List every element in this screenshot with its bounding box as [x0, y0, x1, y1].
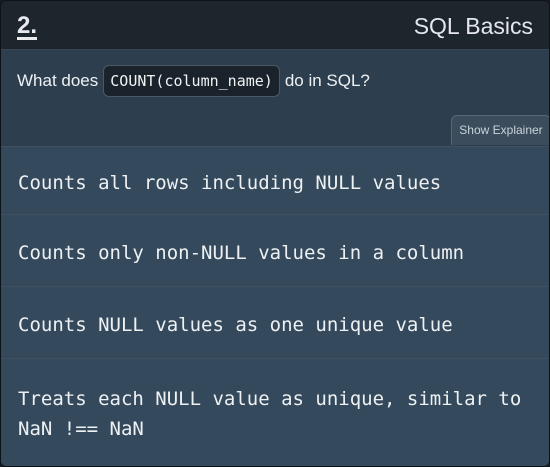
question-text: What does COUNT(column_name) do in SQL?	[17, 65, 370, 97]
quiz-topic: SQL Basics	[413, 13, 533, 39]
question-prefix: What does	[17, 71, 99, 90]
question-area: What does COUNT(column_name) do in SQL? …	[1, 50, 549, 146]
question-number: 2.	[17, 12, 38, 39]
show-explainer-button[interactable]: Show Explainer	[451, 115, 549, 145]
answer-options: Counts all rows including NULL values Co…	[1, 146, 549, 466]
question-code: COUNT(column_name)	[103, 65, 280, 97]
answer-option[interactable]: Counts NULL values as one unique value	[1, 286, 549, 358]
question-suffix: do in SQL?	[284, 71, 370, 90]
answer-option[interactable]: Counts all rows including NULL values	[1, 146, 549, 214]
quiz-card: 2. SQL Basics What does COUNT(column_nam…	[0, 0, 550, 467]
answer-option[interactable]: Treats each NULL value as unique, simila…	[1, 358, 549, 466]
quiz-header: 2. SQL Basics	[1, 1, 549, 50]
answer-option[interactable]: Counts only non-NULL values in a column	[1, 214, 549, 286]
